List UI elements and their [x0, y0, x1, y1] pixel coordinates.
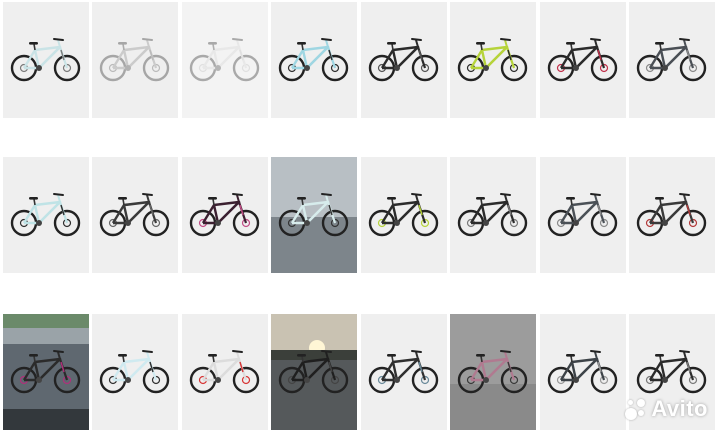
bike-thumbnail[interactable]	[92, 314, 178, 430]
bike-thumbnail[interactable]	[271, 2, 357, 118]
bike-thumbnail[interactable]	[361, 2, 447, 118]
bike-thumbnail[interactable]	[540, 314, 626, 430]
bicycle-icon	[189, 193, 260, 237]
bike-thumbnail[interactable]	[92, 157, 178, 273]
bicycle-icon	[368, 350, 439, 394]
bike-photo-gallery	[0, 0, 720, 432]
bike-thumbnail[interactable]	[450, 314, 536, 430]
bicycle-icon	[10, 193, 81, 237]
bike-thumbnail[interactable]	[182, 157, 268, 273]
bicycle-icon	[547, 193, 618, 237]
bicycle-icon	[271, 157, 357, 273]
bicycle-icon	[636, 38, 707, 82]
bicycle-icon	[457, 193, 528, 237]
bike-thumbnail[interactable]	[361, 157, 447, 273]
bike-thumbnail[interactable]	[271, 314, 357, 430]
bicycle-icon	[457, 38, 528, 82]
bicycle-icon	[636, 193, 707, 237]
bike-thumbnail[interactable]	[182, 314, 268, 430]
bicycle-icon	[189, 38, 260, 82]
bicycle-icon	[278, 38, 349, 82]
bike-thumbnail[interactable]	[540, 157, 626, 273]
bicycle-icon	[547, 350, 618, 394]
bike-thumbnail[interactable]	[450, 157, 536, 273]
bike-thumbnail[interactable]	[92, 2, 178, 118]
bike-thumbnail[interactable]	[540, 2, 626, 118]
bicycle-icon	[368, 193, 439, 237]
bicycle-icon	[10, 38, 81, 82]
bicycle-icon	[189, 350, 260, 394]
bicycle-icon	[99, 193, 170, 237]
bike-thumbnail[interactable]	[361, 314, 447, 430]
bike-thumbnail[interactable]	[3, 157, 89, 273]
bicycle-icon	[547, 38, 618, 82]
bike-thumbnail[interactable]	[450, 2, 536, 118]
bike-thumbnail[interactable]	[3, 2, 89, 118]
bicycle-icon	[3, 314, 89, 430]
bicycle-icon	[99, 38, 170, 82]
bike-thumbnail[interactable]	[629, 2, 715, 118]
bicycle-icon	[271, 314, 357, 430]
avito-watermark: Avito	[625, 396, 708, 422]
bicycle-icon	[450, 314, 536, 430]
bicycle-icon	[99, 350, 170, 394]
bike-thumbnail[interactable]	[182, 2, 268, 118]
bike-thumbnail[interactable]	[3, 314, 89, 430]
bike-thumbnail[interactable]	[271, 157, 357, 273]
avito-logo-icon	[625, 398, 647, 420]
bike-thumbnail[interactable]	[629, 157, 715, 273]
avito-watermark-text: Avito	[651, 396, 708, 421]
bicycle-icon	[368, 38, 439, 82]
